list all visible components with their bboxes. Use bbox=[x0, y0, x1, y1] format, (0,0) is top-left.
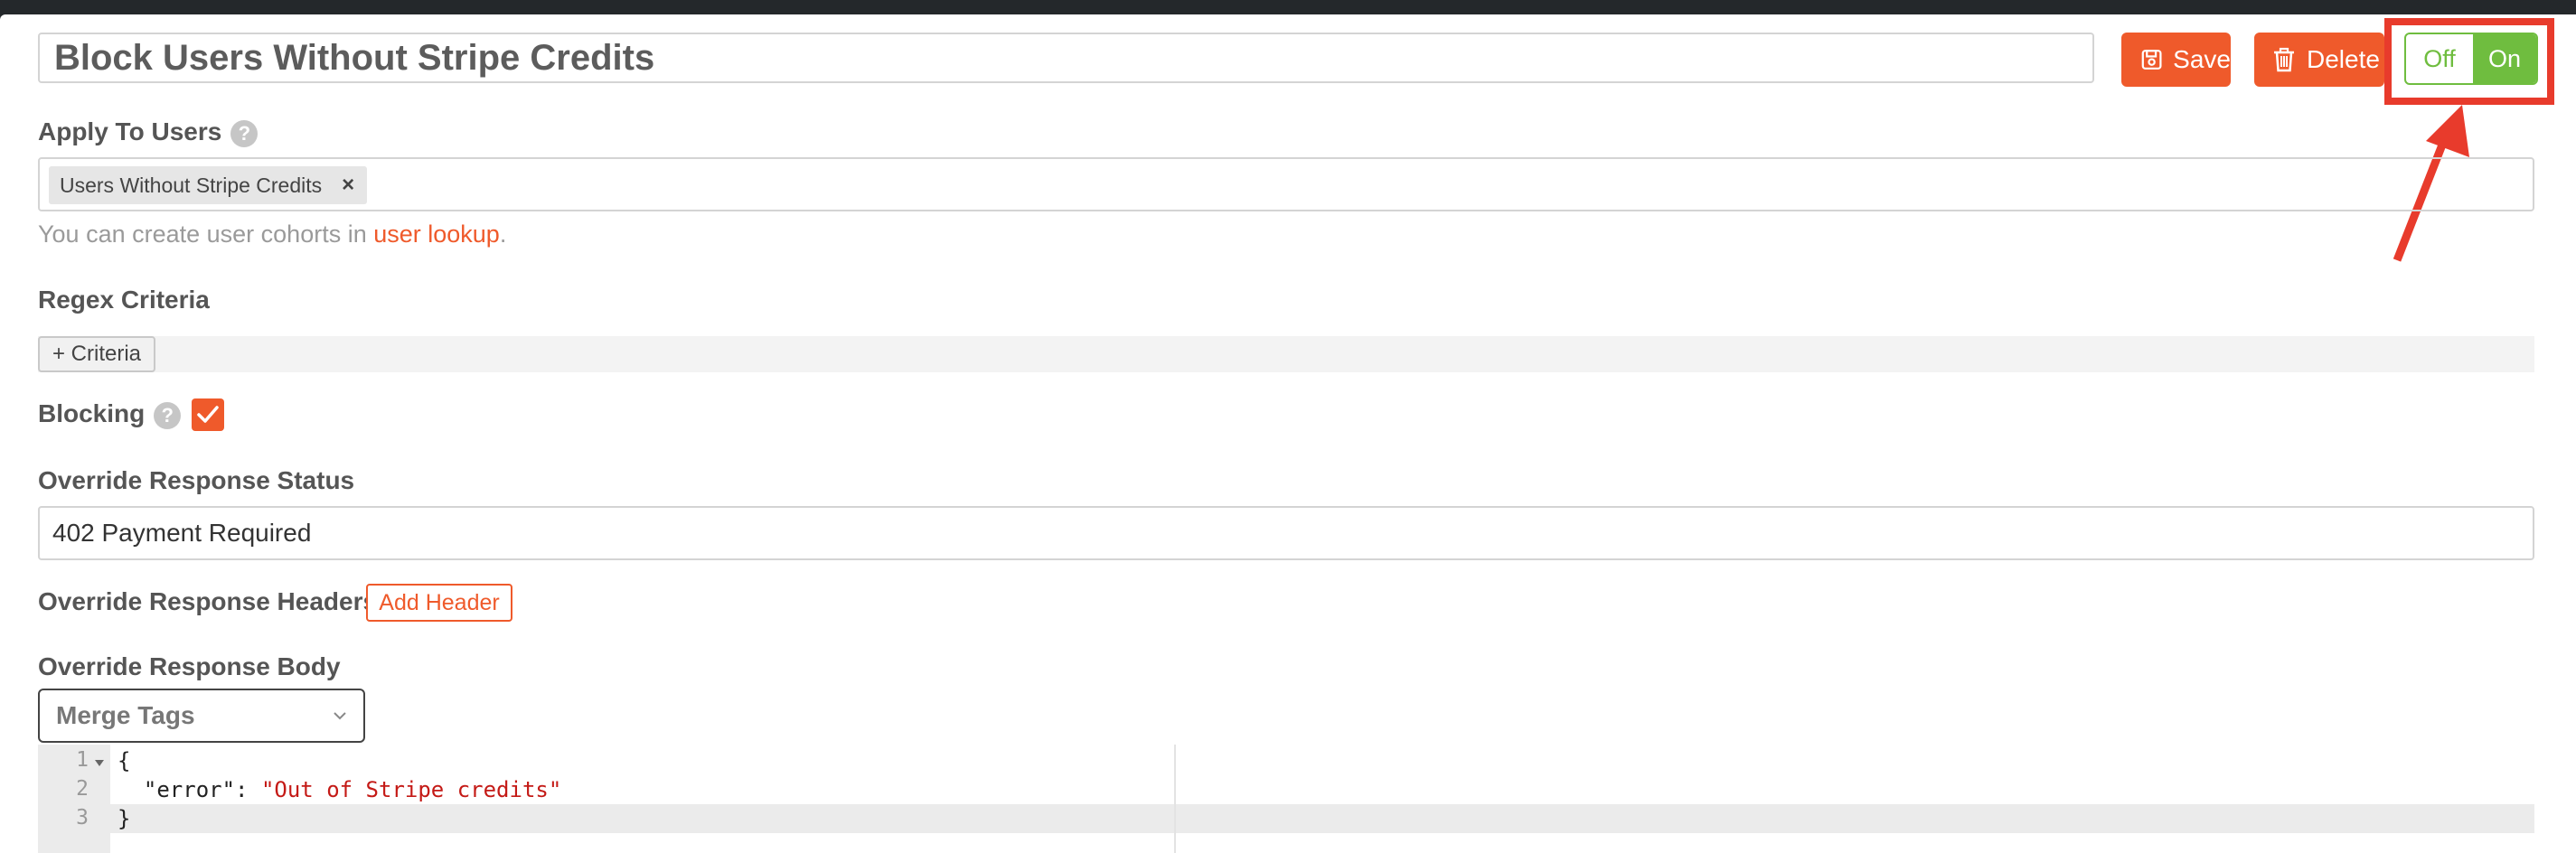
code-string: "Out of Stripe credits" bbox=[260, 777, 562, 802]
override-status-input[interactable]: 402 Payment Required bbox=[38, 506, 2534, 560]
merge-tags-label: Merge Tags bbox=[56, 701, 195, 729]
rule-editor-panel bbox=[0, 14, 2576, 853]
user-lookup-link[interactable]: user lookup bbox=[373, 220, 500, 248]
merge-tags-select[interactable]: Merge Tags bbox=[38, 689, 365, 743]
rule-title-input[interactable]: Block Users Without Stripe Credits bbox=[38, 33, 2094, 83]
code-line: "error": "Out of Stripe credits" bbox=[118, 777, 561, 802]
code-key: "error": bbox=[118, 777, 261, 802]
regex-criteria-label: Regex Criteria bbox=[38, 286, 210, 314]
blocking-label: Blocking? bbox=[38, 399, 182, 429]
fold-caret-icon[interactable] bbox=[94, 759, 105, 768]
override-headers-label: Override Response Headers bbox=[38, 587, 378, 615]
cohort-chip: Users Without Stripe Credits × bbox=[49, 166, 368, 204]
line-number: 2 bbox=[76, 777, 89, 801]
hint-suffix: . bbox=[499, 220, 507, 248]
save-label: Save bbox=[2173, 45, 2231, 73]
code-line: { bbox=[118, 748, 131, 773]
apply-to-users-label-text: Apply To Users bbox=[38, 117, 222, 145]
help-icon[interactable]: ? bbox=[230, 119, 259, 147]
trash-icon bbox=[2274, 47, 2294, 72]
blocking-label-text: Blocking bbox=[38, 399, 146, 427]
save-icon bbox=[2141, 50, 2162, 70]
response-body-editor[interactable]: 1 2 3 { "error": "Out of Stripe credits"… bbox=[38, 745, 2534, 853]
cohort-hint: You can create user cohorts in user look… bbox=[38, 220, 506, 248]
active-line-highlight bbox=[38, 804, 2534, 833]
rule-title-text: Block Users Without Stripe Credits bbox=[54, 37, 655, 78]
checkmark-icon bbox=[197, 406, 219, 423]
save-button[interactable]: Save bbox=[2121, 33, 2231, 87]
line-number: 1 bbox=[76, 748, 89, 772]
criteria-list: + Criteria bbox=[38, 336, 2534, 372]
add-header-button[interactable]: Add Header bbox=[366, 584, 512, 622]
code-line: } bbox=[118, 806, 131, 831]
user-cohort-selector[interactable]: Users Without Stripe Credits × bbox=[38, 157, 2534, 211]
override-body-label: Override Response Body bbox=[38, 652, 341, 680]
cohort-chip-label: Users Without Stripe Credits bbox=[60, 173, 323, 197]
hint-prefix: You can create user cohorts in bbox=[38, 220, 374, 248]
toggle-highlight-box bbox=[2384, 18, 2554, 105]
add-criteria-button[interactable]: + Criteria bbox=[38, 336, 155, 372]
blocking-checkbox[interactable] bbox=[192, 398, 224, 431]
delete-button[interactable]: Delete bbox=[2254, 33, 2384, 87]
help-icon[interactable]: ? bbox=[154, 401, 182, 429]
chevron-down-icon bbox=[334, 712, 346, 720]
remove-chip-icon[interactable]: × bbox=[342, 173, 354, 198]
print-margin bbox=[1174, 745, 1176, 853]
line-number: 3 bbox=[76, 806, 89, 830]
override-status-value: 402 Payment Required bbox=[52, 519, 312, 547]
delete-label: Delete bbox=[2307, 45, 2380, 73]
override-status-label: Override Response Status bbox=[38, 466, 355, 494]
apply-to-users-label: Apply To Users? bbox=[38, 117, 259, 147]
